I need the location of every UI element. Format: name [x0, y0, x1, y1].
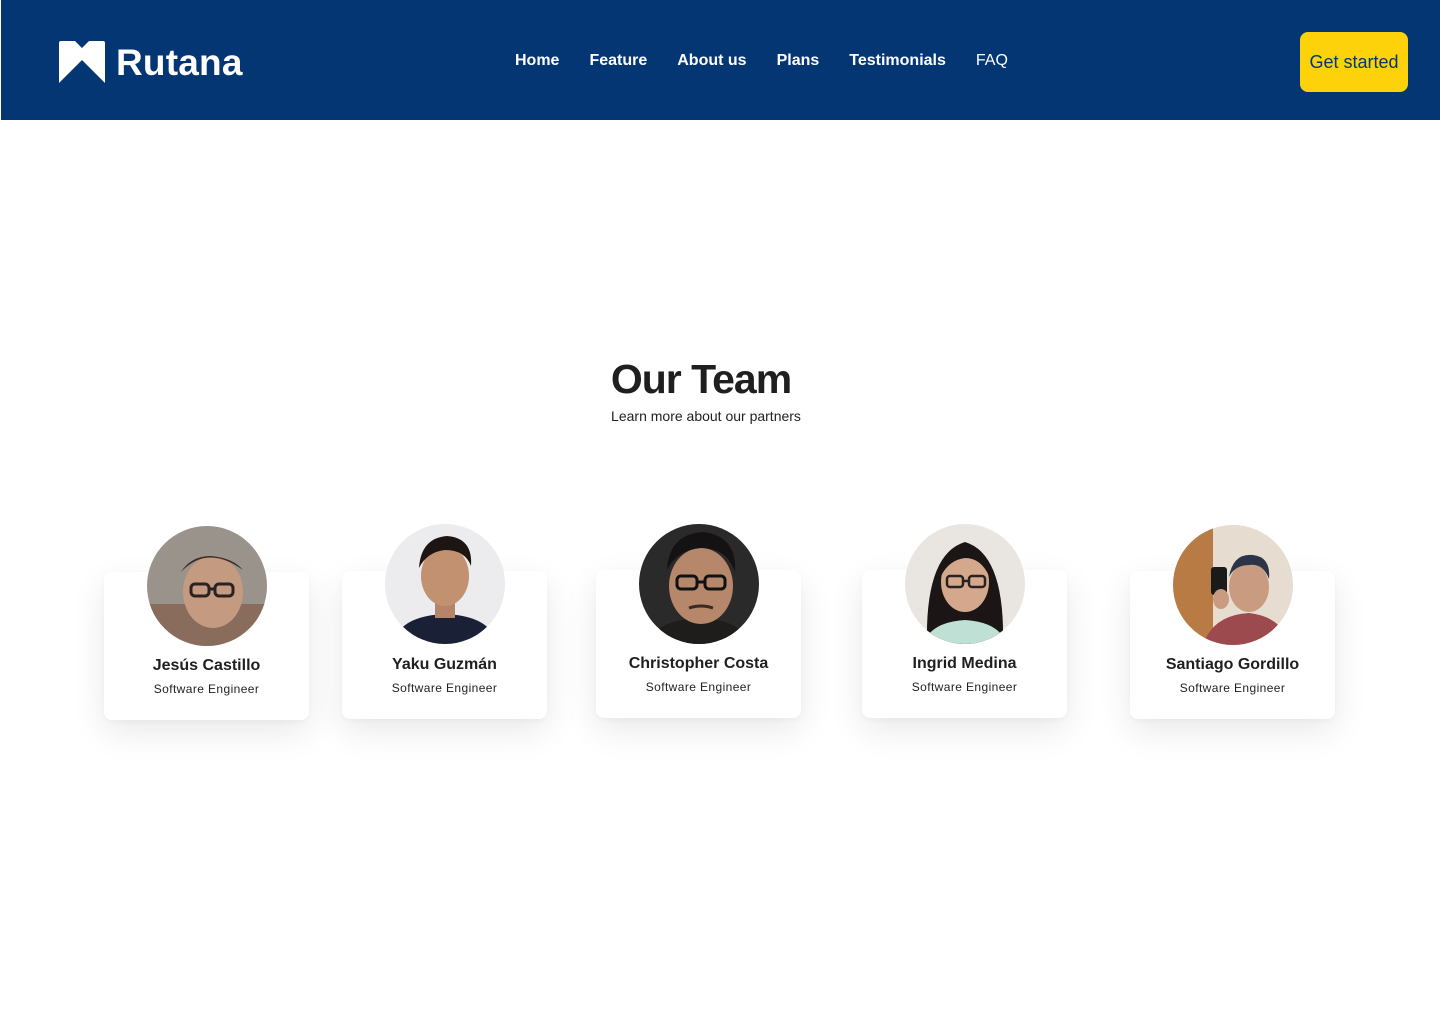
member-name: Ingrid Medina [912, 655, 1017, 672]
member-role: Software Engineer [153, 682, 260, 696]
top-navigation-bar: Rutana Home Feature About us Plans Testi… [1, 0, 1440, 120]
nav-item-about-us[interactable]: About us [677, 52, 746, 70]
member-avatar [147, 526, 267, 646]
member-name: Jesús Castillo [152, 657, 261, 674]
chevron-up-logo-icon [59, 41, 105, 83]
team-section-title: Our Team [610, 356, 792, 402]
member-avatar [905, 524, 1025, 644]
member-avatar [639, 524, 759, 644]
brand-name: Rutana [116, 41, 243, 83]
member-avatar [385, 524, 505, 644]
member-role: Software Engineer [391, 681, 498, 695]
brand-logo[interactable]: Rutana [58, 41, 243, 83]
member-name: Christopher Costa [628, 655, 769, 672]
member-avatar [1173, 525, 1293, 645]
member-role: Software Engineer [1179, 681, 1286, 695]
main-nav: Home Feature About us Plans Testimonials… [515, 52, 1008, 70]
member-role: Software Engineer [911, 680, 1018, 694]
get-started-button[interactable]: Get started [1300, 32, 1408, 92]
nav-item-home[interactable]: Home [515, 52, 559, 70]
nav-item-testimonials[interactable]: Testimonials [849, 52, 946, 70]
member-role: Software Engineer [645, 680, 752, 694]
team-section-subtitle: Learn more about our partners [611, 408, 801, 424]
nav-item-plans[interactable]: Plans [777, 52, 820, 70]
member-name: Santiago Gordillo [1165, 656, 1300, 673]
member-name: Yaku Guzmán [392, 656, 497, 673]
nav-item-feature[interactable]: Feature [589, 52, 647, 70]
nav-item-faq[interactable]: FAQ [976, 52, 1008, 70]
